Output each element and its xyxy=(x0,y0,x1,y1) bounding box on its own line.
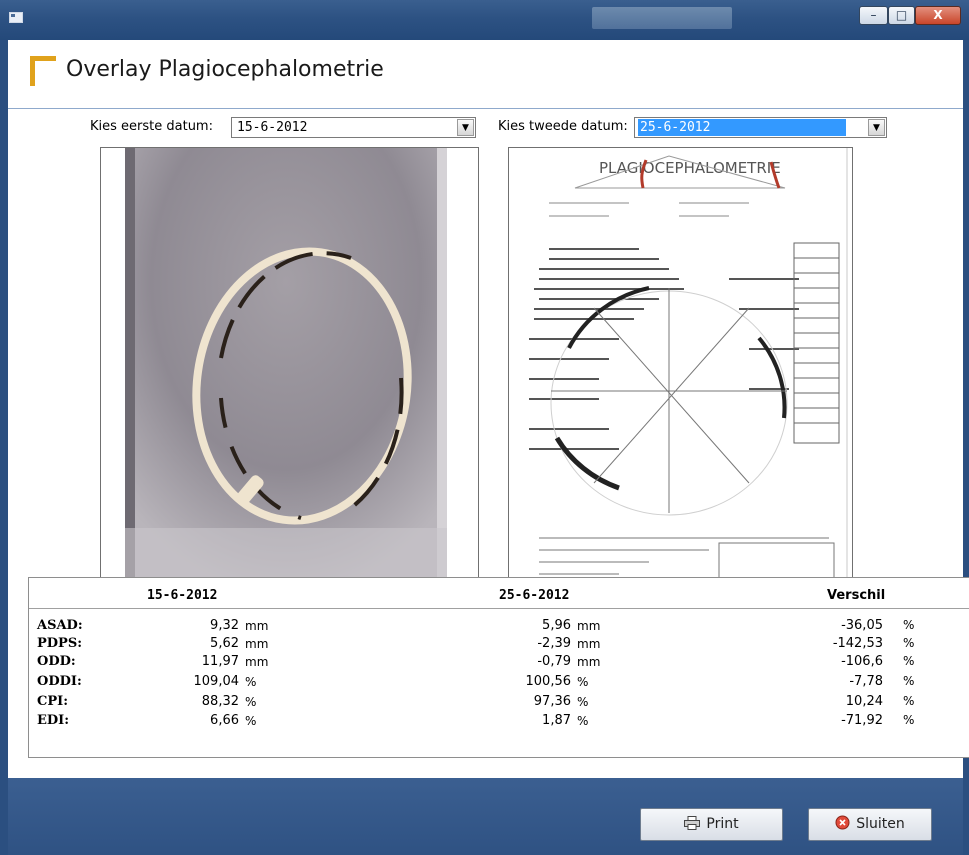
main-panel: Kies eerste datum: 15-6-2012 ▼ Kies twee… xyxy=(8,109,969,778)
printer-icon xyxy=(684,816,701,830)
second-date-value: 25-6-2012 xyxy=(638,119,846,136)
second-unit: mm xyxy=(577,619,601,633)
window-client-area: Overlay Plagiocephalometrie Kies eerste … xyxy=(8,40,969,855)
column-header-first-date: 15-6-2012 xyxy=(147,588,218,603)
page-title: Overlay Plagiocephalometrie xyxy=(66,57,384,82)
window-frame-left xyxy=(0,40,8,855)
difference-value: -71,92 xyxy=(841,713,883,728)
minimize-button[interactable]: – xyxy=(859,6,888,25)
cancel-circle-icon xyxy=(835,815,850,830)
row-label: ODDI: xyxy=(37,674,82,689)
second-date-select[interactable]: 25-6-2012 ▼ xyxy=(634,117,887,138)
first-date-select[interactable]: 15-6-2012 ▼ xyxy=(231,117,476,138)
row-label: ODD: xyxy=(37,654,76,669)
first-value: 109,04 xyxy=(193,674,240,689)
difference-value: -106,6 xyxy=(841,654,883,669)
second-value: 1,87 xyxy=(542,713,571,728)
column-header-second-date: 25-6-2012 xyxy=(499,588,570,603)
header: Overlay Plagiocephalometrie xyxy=(8,40,963,109)
window-titlebar: – □ X xyxy=(0,0,969,40)
results-table: 15-6-2012 25-6-2012 Verschil ASAD: 9,32 mm… xyxy=(28,577,969,758)
second-value: 97,36 xyxy=(533,694,571,709)
difference-value: -36,05 xyxy=(841,618,883,633)
close-button-label: Sluiten xyxy=(856,816,905,832)
head-ring-scan-illustration xyxy=(101,148,478,595)
first-value: 5,62 xyxy=(210,636,239,651)
column-header-difference: Verschil xyxy=(827,588,886,603)
second-date-label: Kies tweede datum: xyxy=(498,119,628,134)
first-scan-image xyxy=(100,147,479,596)
difference-unit: % xyxy=(903,694,915,708)
difference-unit: % xyxy=(903,618,915,632)
second-scan-image: PLAGIOCEPHALOMETRIE xyxy=(508,147,853,596)
chevron-down-icon[interactable]: ▼ xyxy=(868,119,885,136)
print-button[interactable]: Print xyxy=(640,808,783,841)
first-unit: % xyxy=(245,695,257,709)
chevron-down-icon[interactable]: ▼ xyxy=(457,119,474,136)
second-value: -0,79 xyxy=(537,654,571,669)
row-label: PDPS: xyxy=(37,636,83,651)
second-value: 5,96 xyxy=(542,618,571,633)
difference-value: 10,24 xyxy=(845,694,883,709)
second-unit: % xyxy=(577,675,589,689)
first-unit: mm xyxy=(245,655,269,669)
second-value: -2,39 xyxy=(537,636,571,651)
blurred-search-box xyxy=(592,7,732,29)
difference-unit: % xyxy=(903,674,915,688)
first-value: 6,66 xyxy=(210,713,239,728)
first-unit: mm xyxy=(245,637,269,651)
second-unit: % xyxy=(577,695,589,709)
first-date-label: Kies eerste datum: xyxy=(90,119,213,134)
first-unit: % xyxy=(245,714,257,728)
first-value: 11,97 xyxy=(201,654,239,669)
second-unit: mm xyxy=(577,655,601,669)
table-divider xyxy=(29,608,969,609)
difference-unit: % xyxy=(903,636,915,650)
difference-unit: % xyxy=(903,713,915,727)
print-button-label: Print xyxy=(706,816,739,832)
difference-value: -7,78 xyxy=(849,674,883,689)
first-unit: % xyxy=(245,675,257,689)
first-value: 88,32 xyxy=(201,694,239,709)
first-unit: mm xyxy=(245,619,269,633)
second-value: 100,56 xyxy=(525,674,572,689)
row-label: ASAD: xyxy=(37,618,83,633)
maximize-button[interactable]: □ xyxy=(888,6,915,25)
plagiocephalometry-form-illustration: PLAGIOCEPHALOMETRIE xyxy=(509,148,852,595)
difference-unit: % xyxy=(903,654,915,668)
first-value: 9,32 xyxy=(210,618,239,633)
second-unit: % xyxy=(577,714,589,728)
close-button[interactable]: Sluiten xyxy=(808,808,932,841)
first-date-value: 15-6-2012 xyxy=(237,120,308,135)
row-label: CPI: xyxy=(37,694,69,709)
app-logo-icon xyxy=(30,56,56,86)
row-label: EDI: xyxy=(37,713,70,728)
close-window-button[interactable]: X xyxy=(915,6,961,25)
second-unit: mm xyxy=(577,637,601,651)
difference-value: -142,53 xyxy=(832,636,883,651)
window-icon[interactable] xyxy=(9,12,23,23)
